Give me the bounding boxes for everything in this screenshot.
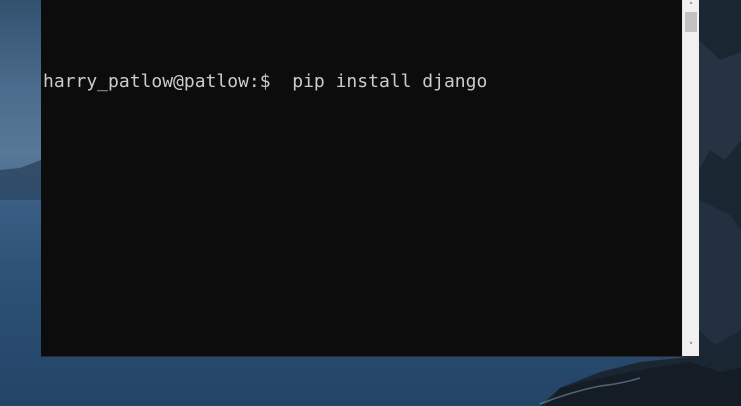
- command-line: harry_patlow@patlow:$ pip install django: [43, 70, 681, 94]
- terminal-output[interactable]: harry_patlow@patlow:$ pip install django: [43, 22, 681, 142]
- shell-prompt: harry_patlow@patlow:$: [43, 71, 271, 92]
- terminal-window[interactable]: harry_patlow@patlow:$ pip install django…: [41, 0, 699, 357]
- typed-command: pip install django: [270, 71, 488, 92]
- scrollbar-thumb[interactable]: [685, 12, 697, 32]
- chevron-down-icon[interactable]: ˅: [683, 340, 699, 354]
- vertical-scrollbar[interactable]: ˄ ˅: [682, 0, 699, 356]
